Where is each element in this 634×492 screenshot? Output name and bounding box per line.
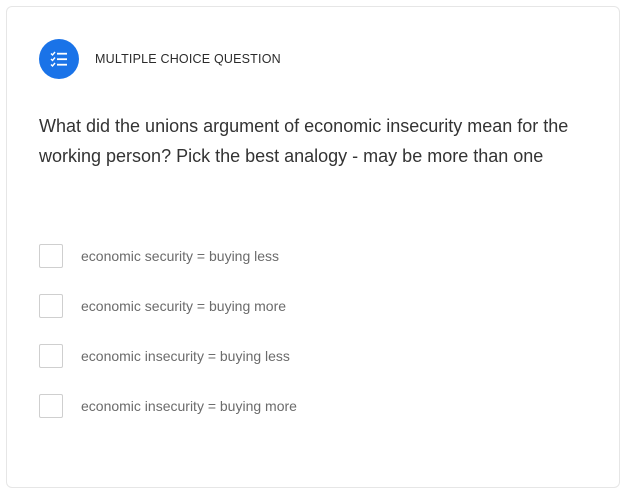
question-card: MULTIPLE CHOICE QUESTION What did the un… (6, 6, 620, 488)
answer-checkbox[interactable] (39, 244, 63, 268)
answer-option[interactable]: economic security = buying less (39, 243, 297, 269)
answer-option-label: economic security = buying more (81, 298, 287, 314)
answer-option-label: economic insecurity = buying less (81, 348, 290, 364)
question-header: MULTIPLE CHOICE QUESTION (39, 39, 281, 79)
answer-checkbox[interactable] (39, 294, 63, 318)
answer-option[interactable]: economic insecurity = buying more (39, 393, 297, 419)
answer-checkbox[interactable] (39, 344, 63, 368)
answer-option[interactable]: economic insecurity = buying less (39, 343, 297, 369)
question-text: What did the unions argument of economic… (39, 116, 569, 166)
answer-options: economic security = buying less economic… (39, 243, 297, 443)
checklist-icon (39, 39, 79, 79)
answer-option[interactable]: economic security = buying more (39, 293, 297, 319)
answer-checkbox[interactable] (39, 394, 63, 418)
question-type-label: MULTIPLE CHOICE QUESTION (95, 52, 281, 66)
answer-option-label: economic security = buying less (81, 248, 280, 264)
answer-option-label: economic insecurity = buying more (81, 398, 297, 414)
